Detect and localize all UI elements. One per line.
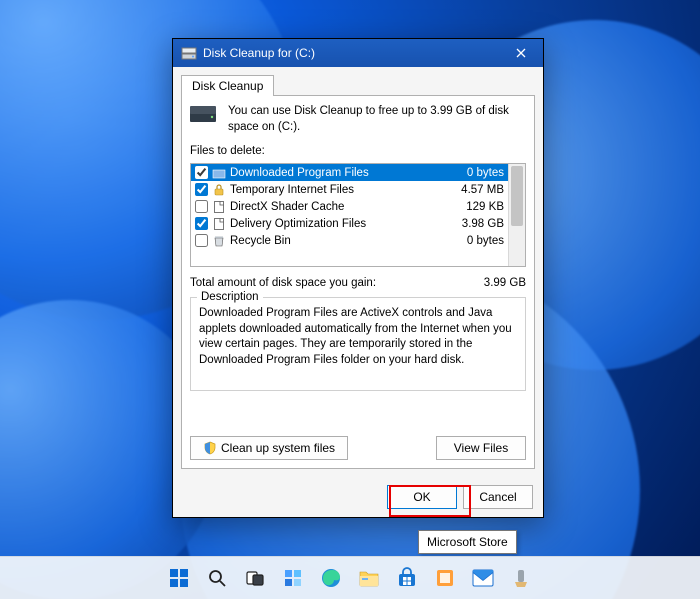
tab-disk-cleanup[interactable]: Disk Cleanup bbox=[181, 75, 274, 96]
taskbar-mail[interactable] bbox=[466, 561, 500, 595]
file-name: Delivery Optimization Files bbox=[230, 218, 440, 230]
tab-strip: Disk Cleanup bbox=[181, 73, 535, 95]
file-checkbox[interactable] bbox=[195, 166, 208, 179]
description-group: Description Downloaded Program Files are… bbox=[190, 297, 526, 391]
tooltip: Microsoft Store bbox=[418, 530, 517, 554]
view-files-label: View Files bbox=[454, 441, 508, 455]
edge-icon bbox=[320, 567, 342, 589]
shield-icon bbox=[203, 441, 217, 455]
titlebar[interactable]: Disk Cleanup for (C:) bbox=[173, 39, 543, 67]
file-row[interactable]: DirectX Shader Cache 129 KB bbox=[191, 198, 508, 215]
disk-cleanup-icon bbox=[181, 45, 197, 61]
file-size: 129 KB bbox=[444, 201, 504, 213]
taskbar-search[interactable] bbox=[200, 561, 234, 595]
brush-icon bbox=[511, 568, 531, 588]
action-buttons-row: Clean up system files View Files bbox=[190, 436, 526, 460]
taskbar-taskview[interactable] bbox=[238, 561, 272, 595]
file-name: Temporary Internet Files bbox=[230, 184, 440, 196]
client-area: Disk Cleanup You can use Disk Cleanup to… bbox=[173, 67, 543, 477]
start-button[interactable] bbox=[162, 561, 196, 595]
ok-label: OK bbox=[413, 490, 430, 504]
description-group-title: Description bbox=[197, 290, 263, 306]
taskbar-widgets[interactable] bbox=[276, 561, 310, 595]
file-type-icon bbox=[212, 200, 226, 214]
mail-icon bbox=[472, 569, 494, 587]
cleanup-system-files-label: Clean up system files bbox=[221, 441, 335, 455]
folder-icon bbox=[358, 568, 380, 588]
scrollbar[interactable] bbox=[508, 164, 525, 266]
disk-cleanup-window: Disk Cleanup for (C:) Disk Cleanup You c… bbox=[172, 38, 544, 518]
file-row[interactable]: Delivery Optimization Files 3.98 GB bbox=[191, 215, 508, 232]
file-row[interactable]: Recycle Bin 0 bytes bbox=[191, 232, 508, 249]
total-value: 3.99 GB bbox=[484, 277, 526, 289]
spacer bbox=[356, 436, 428, 460]
drive-icon bbox=[190, 106, 218, 126]
search-icon bbox=[207, 568, 227, 588]
file-name: DirectX Shader Cache bbox=[230, 201, 440, 213]
cancel-label: Cancel bbox=[479, 490, 516, 504]
file-checkbox[interactable] bbox=[195, 200, 208, 213]
file-name: Downloaded Program Files bbox=[230, 167, 440, 179]
cancel-button[interactable]: Cancel bbox=[463, 485, 533, 509]
taskbar-edge[interactable] bbox=[314, 561, 348, 595]
scrollbar-thumb[interactable] bbox=[511, 166, 523, 226]
taskbar-store[interactable] bbox=[390, 561, 424, 595]
app-icon bbox=[435, 568, 455, 588]
file-checkbox[interactable] bbox=[195, 183, 208, 196]
close-icon bbox=[516, 48, 526, 58]
close-button[interactable] bbox=[503, 39, 539, 67]
store-icon bbox=[396, 567, 418, 589]
file-size: 3.98 GB bbox=[444, 218, 504, 230]
file-size: 0 bytes bbox=[444, 167, 504, 179]
taskbar-disk-cleanup[interactable] bbox=[504, 561, 538, 595]
file-type-icon bbox=[212, 183, 226, 197]
ok-button[interactable]: OK bbox=[387, 485, 457, 509]
file-checkbox[interactable] bbox=[195, 217, 208, 230]
dialog-footer: OK Cancel bbox=[173, 477, 543, 517]
file-type-icon bbox=[212, 217, 226, 231]
intro-text: You can use Disk Cleanup to free up to 3… bbox=[228, 104, 526, 135]
file-size: 4.57 MB bbox=[444, 184, 504, 196]
intro-row: You can use Disk Cleanup to free up to 3… bbox=[190, 104, 526, 135]
taskbar bbox=[0, 556, 700, 599]
windows-icon bbox=[168, 567, 190, 589]
total-label: Total amount of disk space you gain: bbox=[190, 277, 376, 289]
taskview-icon bbox=[245, 568, 265, 588]
tab-body: You can use Disk Cleanup to free up to 3… bbox=[181, 95, 535, 469]
description-text: Downloaded Program Files are ActiveX con… bbox=[199, 307, 512, 366]
file-row[interactable]: Downloaded Program Files 0 bytes bbox=[191, 164, 508, 181]
file-type-icon bbox=[212, 166, 226, 180]
file-checkbox[interactable] bbox=[195, 234, 208, 247]
files-to-delete-label: Files to delete: bbox=[190, 145, 526, 157]
file-list: Downloaded Program Files 0 bytes Temporary… bbox=[190, 163, 526, 267]
file-size: 0 bytes bbox=[444, 235, 504, 247]
cleanup-system-files-button[interactable]: Clean up system files bbox=[190, 436, 348, 460]
widgets-icon bbox=[283, 568, 303, 588]
taskbar-file-explorer[interactable] bbox=[352, 561, 386, 595]
file-name: Recycle Bin bbox=[230, 235, 440, 247]
desktop: Disk Cleanup for (C:) Disk Cleanup You c… bbox=[0, 0, 700, 599]
file-row[interactable]: Temporary Internet Files 4.57 MB bbox=[191, 181, 508, 198]
file-type-icon bbox=[212, 234, 226, 248]
window-title: Disk Cleanup for (C:) bbox=[203, 46, 503, 60]
view-files-button[interactable]: View Files bbox=[436, 436, 526, 460]
total-row: Total amount of disk space you gain: 3.9… bbox=[190, 277, 526, 289]
taskbar-app-1[interactable] bbox=[428, 561, 462, 595]
